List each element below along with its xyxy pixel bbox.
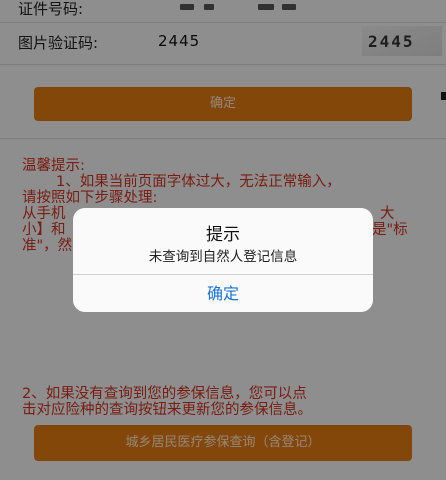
dialog-title: 提示 — [206, 225, 240, 245]
alert-dialog: 提示 未查询到自然人登记信息 确定 — [73, 208, 373, 312]
dialog-message: 未查询到自然人登记信息 — [148, 249, 298, 265]
dialog-ok-button[interactable]: 确定 — [73, 275, 373, 312]
